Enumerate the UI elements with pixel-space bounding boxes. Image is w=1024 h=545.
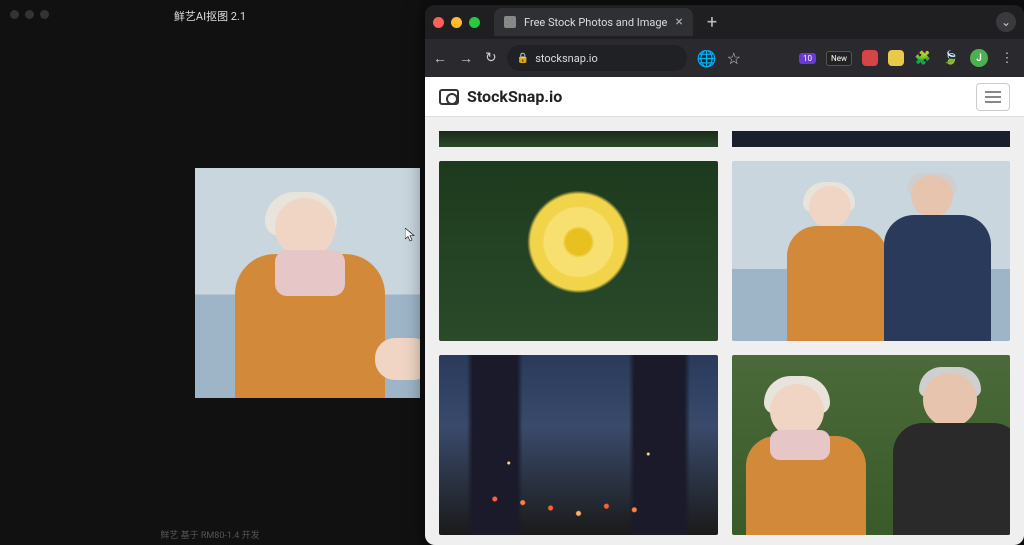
new-tab-button[interactable]: + [701,12,723,33]
lock-icon: 🔒 [517,53,529,64]
browser-tab[interactable]: Free Stock Photos and Image × [494,8,693,36]
extension-badge[interactable]: 10 [799,53,816,64]
extensions-puzzle-icon[interactable]: 🧩 [914,49,932,67]
kebab-menu-icon[interactable]: ⋮ [998,49,1016,67]
photo-thumbnail[interactable] [439,131,718,147]
photo-thumbnail[interactable] [732,355,1011,535]
site-header: StockSnap.io [425,77,1024,117]
camera-icon [439,89,459,105]
preview-image[interactable] [195,168,420,398]
hamburger-menu-button[interactable] [976,83,1010,111]
preview-subject [255,198,375,398]
reload-button[interactable]: ↻ [485,50,497,67]
photo-thumbnail[interactable] [732,161,1011,341]
window-traffic-lights[interactable] [433,17,480,28]
profile-avatar[interactable]: J [970,49,988,67]
app-title: 鲜艺AI抠图 2.1 [0,8,420,24]
extension-tray: 10 New 🧩 🍃 J ⋮ [799,49,1016,67]
mouse-cursor-icon [405,228,415,242]
zoom-dot[interactable] [469,17,480,28]
photo-thumbnail[interactable] [439,161,718,341]
new-chip[interactable]: New [826,51,852,66]
browser-toolbar: ← → ↻ 🔒 stocksnap.io 🌐 ☆ 10 New 🧩 🍃 J ⋮ [425,39,1024,77]
leaf-icon[interactable]: 🍃 [942,49,960,67]
url-text: stocksnap.io [535,52,598,65]
site-logo[interactable]: StockSnap.io [439,87,562,106]
page-content: StockSnap.io [425,77,1024,545]
tab-overflow-button[interactable]: ⌄ [996,12,1016,32]
forward-button[interactable]: → [459,50,473,67]
close-dot[interactable] [433,17,444,28]
extension-icon[interactable] [862,50,878,66]
bookmark-star-icon[interactable]: ☆ [727,49,741,68]
back-button[interactable]: ← [433,50,447,67]
tab-strip: Free Stock Photos and Image × + ⌄ [425,5,1024,39]
favicon-icon [504,16,516,28]
close-tab-icon[interactable]: × [675,14,682,30]
app-footer: 鲜艺 基于 RM80-1.4 开发 [0,528,420,541]
address-bar[interactable]: 🔒 stocksnap.io [507,45,687,71]
photo-thumbnail[interactable] [439,355,718,535]
translate-icon[interactable]: 🌐 [697,49,717,68]
photo-grid [425,117,1024,545]
site-name: StockSnap.io [467,87,562,106]
extension-icon[interactable] [888,50,904,66]
tab-title: Free Stock Photos and Image [524,16,667,29]
browser-window: Free Stock Photos and Image × + ⌄ ← → ↻ … [425,5,1024,545]
ai-cutout-app-window: 鲜艺AI抠图 2.1 鲜艺 基于 RM80-1.4 开发 [0,0,420,545]
photo-thumbnail[interactable] [732,131,1011,147]
nav-buttons: ← → ↻ [433,50,497,67]
minimize-dot[interactable] [451,17,462,28]
